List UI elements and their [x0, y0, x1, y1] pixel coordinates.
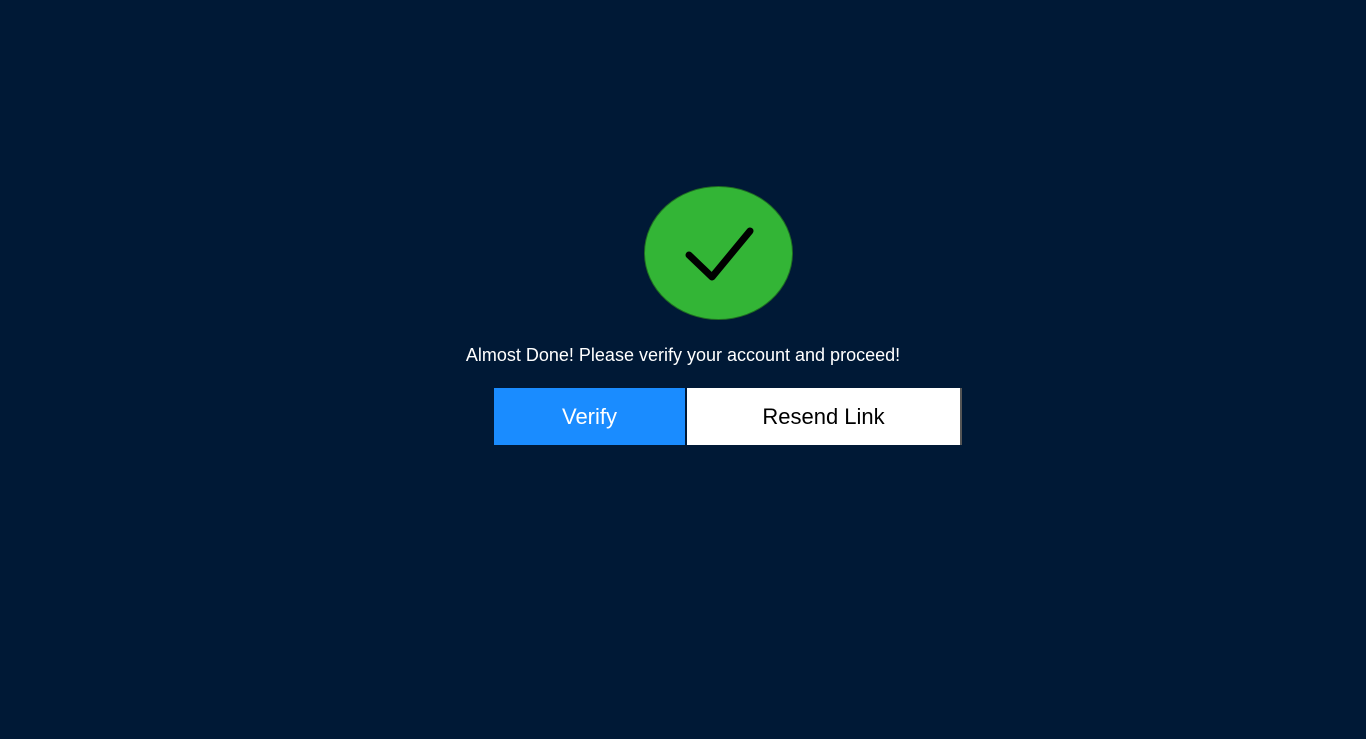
verify-button[interactable]: Verify [494, 388, 685, 445]
checkmark-icon [685, 227, 754, 281]
verification-page: Almost Done! Please verify your account … [0, 0, 1366, 739]
success-badge [644, 186, 793, 320]
resend-link-button[interactable]: Resend Link [687, 388, 962, 445]
status-message: Almost Done! Please verify your account … [465, 345, 901, 365]
